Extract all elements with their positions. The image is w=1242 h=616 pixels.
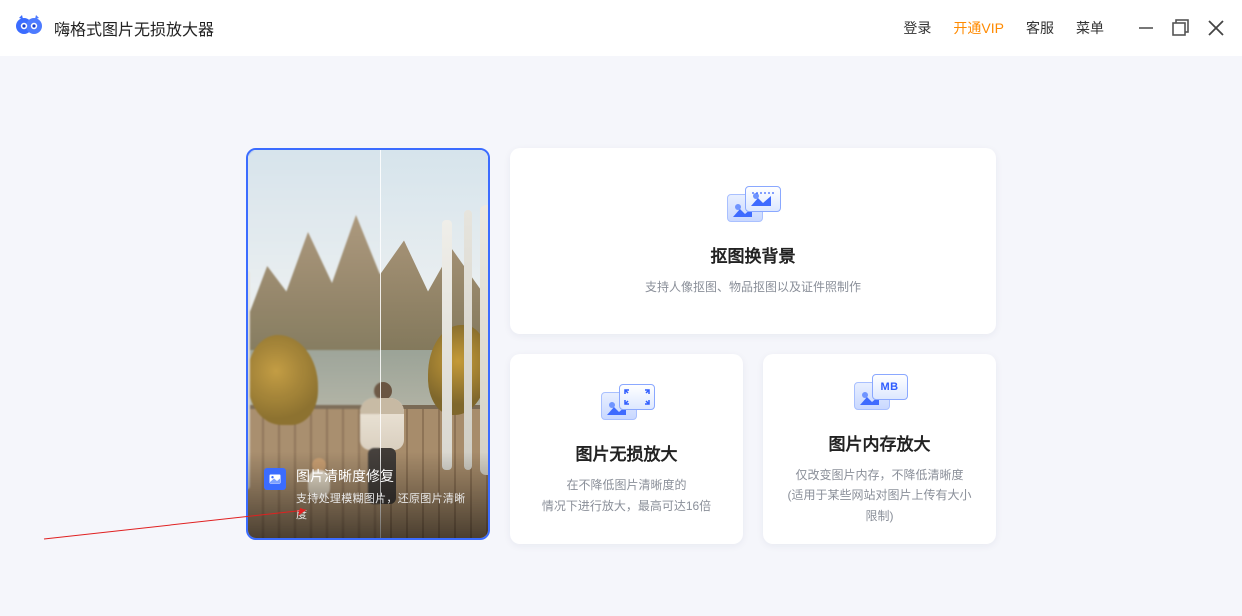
login-link[interactable]: 登录 (903, 18, 931, 38)
feature-card-memory[interactable]: MB 图片内存放大 仅改变图片内存，不降低清晰度 (适用于某些网站对图片上传有大… (763, 354, 996, 544)
app-logo-group: 嗨格式图片无损放大器 (16, 14, 214, 43)
memory-mb-badge: MB (880, 381, 898, 393)
feature-card-clarity[interactable]: 图片清晰度修复 支持处理模糊图片，还原图片清晰度 (246, 148, 490, 540)
vip-link[interactable]: 开通VIP (953, 18, 1004, 38)
memory-title: 图片内存放大 (829, 430, 931, 455)
cutout-title: 抠图换背景 (711, 242, 796, 267)
clarity-title: 图片清晰度修复 (296, 466, 472, 486)
title-bar: 嗨格式图片无损放大器 登录 开通VIP 客服 菜单 (0, 0, 1242, 56)
clarity-mini-icon (264, 468, 286, 490)
clarity-desc: 支持处理模糊图片，还原图片清晰度 (296, 490, 472, 522)
enlarge-icon (597, 382, 657, 426)
cutout-desc: 支持人像抠图、物品抠图以及证件照制作 (645, 277, 861, 297)
support-link[interactable]: 客服 (1026, 18, 1054, 38)
close-icon[interactable] (1206, 18, 1226, 38)
menu-link[interactable]: 菜单 (1076, 18, 1104, 38)
cutout-icon (723, 184, 783, 228)
maximize-icon[interactable] (1170, 17, 1192, 39)
owl-logo-icon (16, 14, 44, 43)
app-title: 嗨格式图片无损放大器 (54, 16, 214, 40)
feature-card-enlarge[interactable]: 图片无损放大 在不降低图片清晰度的 情况下进行放大，最高可达16倍 (510, 354, 743, 544)
memory-desc-line2: (适用于某些网站对图片上传有大小限制) (783, 485, 976, 526)
enlarge-desc-line1: 在不降低图片清晰度的 (542, 475, 711, 495)
header-actions: 登录 开通VIP 客服 菜单 (903, 17, 1226, 39)
feature-card-cutout[interactable]: 抠图换背景 支持人像抠图、物品抠图以及证件照制作 (510, 148, 996, 334)
enlarge-title: 图片无损放大 (576, 440, 678, 465)
memory-desc-line1: 仅改变图片内存，不降低清晰度 (783, 465, 976, 485)
enlarge-desc-line2: 情况下进行放大，最高可达16倍 (542, 496, 711, 516)
minimize-icon[interactable] (1136, 18, 1156, 38)
memory-icon: MB (850, 372, 910, 416)
